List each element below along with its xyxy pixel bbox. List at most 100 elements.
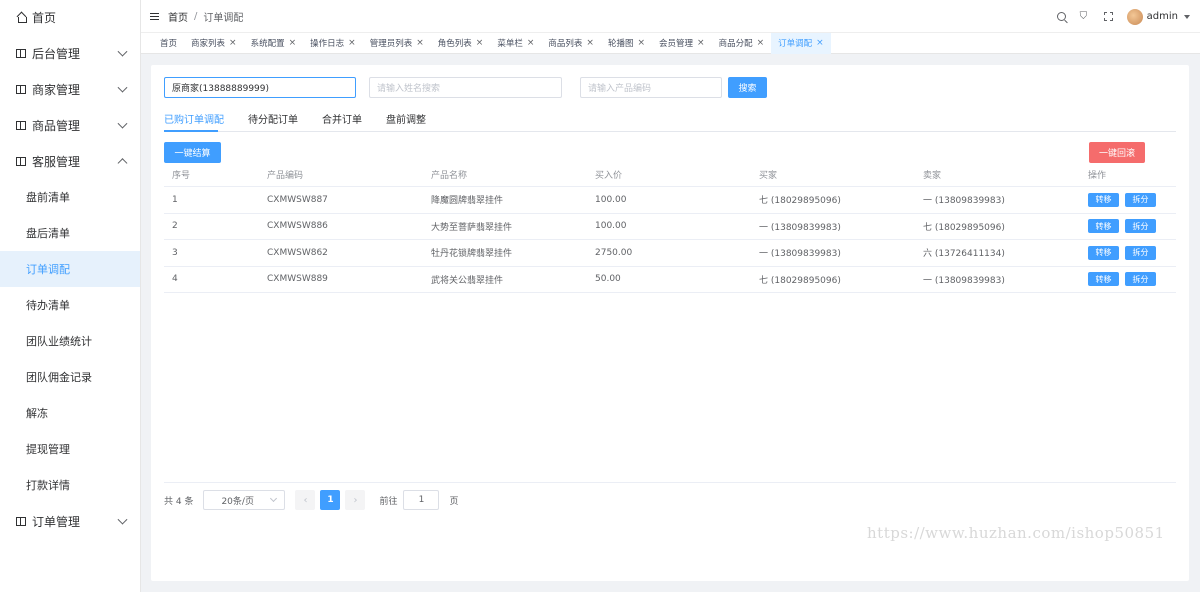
- cell-index: 4: [172, 274, 178, 285]
- cell-code: CXMWSW889: [267, 274, 328, 285]
- sidebar-subitem[interactable]: 打款详情: [0, 467, 140, 503]
- rollback-all-button[interactable]: 一键回滚: [1089, 142, 1145, 163]
- username[interactable]: admin: [1147, 11, 1178, 22]
- tab-premarket-adjust[interactable]: 盘前调整: [386, 111, 426, 131]
- transfer-button[interactable]: 转移: [1088, 245, 1119, 260]
- close-icon[interactable]: ×: [348, 38, 356, 48]
- tag-item[interactable]: 会员管理 ×: [652, 33, 712, 54]
- split-button[interactable]: 拆分: [1125, 272, 1156, 287]
- sidebar-subitem[interactable]: 提现管理: [0, 431, 140, 467]
- sidebar-subitem-label: 提现管理: [26, 443, 70, 456]
- close-icon[interactable]: ×: [476, 38, 484, 48]
- tag-item[interactable]: 角色列表 ×: [431, 33, 491, 54]
- tab-purchased-orders[interactable]: 已购订单调配: [164, 111, 224, 131]
- split-button[interactable]: 拆分: [1125, 192, 1156, 207]
- tag-item[interactable]: 首页: [153, 33, 184, 54]
- tag-item-active[interactable]: 订单调配 ×: [771, 32, 831, 54]
- caret-down-icon[interactable]: [1184, 14, 1190, 19]
- book-icon: [16, 84, 26, 94]
- column-header: 产品名称: [431, 171, 468, 181]
- product-code-input[interactable]: 请输入产品编码: [580, 77, 722, 98]
- close-icon[interactable]: ×: [697, 38, 705, 48]
- sidebar-item-merchant[interactable]: 商家管理: [0, 71, 140, 107]
- close-icon[interactable]: ×: [289, 38, 297, 48]
- sidebar-item-orders[interactable]: 订单管理: [0, 503, 140, 539]
- cell-name: 牡丹花锁牌翡翠挂件: [431, 249, 513, 260]
- table-row: 3 CXMWSW862 牡丹花锁牌翡翠挂件 2750.00 一 (1380983…: [164, 240, 1176, 267]
- tag-label: 角色列表: [437, 39, 472, 49]
- tag-item[interactable]: 商品分配 ×: [712, 33, 772, 54]
- transfer-button[interactable]: 转移: [1088, 192, 1119, 207]
- sidebar-subitem-label: 待办清单: [26, 299, 70, 312]
- cell-price: 2750.00: [595, 247, 633, 258]
- split-button[interactable]: 拆分: [1125, 219, 1156, 234]
- sidebar-item-service[interactable]: 客服管理: [0, 143, 140, 179]
- tag-item[interactable]: 管理员列表 ×: [363, 33, 431, 54]
- sidebar-subitem-label: 盘后清单: [26, 227, 70, 240]
- cell-seller: 一 (13809839983): [923, 196, 1005, 207]
- transfer-button[interactable]: 转移: [1088, 219, 1119, 234]
- goto-page-input[interactable]: 1: [403, 490, 440, 510]
- tag-label: 商家列表: [191, 39, 226, 49]
- transfer-button[interactable]: 转移: [1088, 272, 1119, 287]
- sidebar-item-label: 商家管理: [32, 82, 81, 97]
- cell-name: 武将关公翡翠挂件: [431, 275, 504, 286]
- tag-item[interactable]: 操作日志 ×: [303, 33, 363, 54]
- tag-label: 商品分配: [718, 39, 753, 49]
- breadcrumb: 首页 / 订单调配: [168, 9, 243, 24]
- sidebar-item-backend[interactable]: 后台管理: [0, 35, 140, 71]
- cell-name: 降魔圆牌翡翠挂件: [431, 196, 504, 207]
- breadcrumb-home[interactable]: 首页: [168, 9, 188, 24]
- sidebar-subitem[interactable]: 待办清单: [0, 287, 140, 323]
- fullscreen-icon[interactable]: [1103, 12, 1113, 21]
- tags-view: 首页 商家列表 × 系统配置 × 操作日志 × 管理员列表 × 角色列表 × 菜单栏 × 商…: [141, 32, 1200, 54]
- split-button[interactable]: 拆分: [1125, 245, 1156, 260]
- close-icon[interactable]: ×: [816, 38, 824, 48]
- column-header: 序号: [172, 171, 191, 181]
- cell-price: 100.00: [595, 221, 627, 232]
- close-icon[interactable]: ×: [527, 38, 535, 48]
- merchant-input[interactable]: 原商家(13888889999): [164, 77, 356, 98]
- tab-pending-orders[interactable]: 待分配订单: [248, 111, 298, 131]
- tag-item[interactable]: 商品列表 ×: [541, 33, 601, 54]
- close-icon[interactable]: ×: [586, 38, 594, 48]
- sidebar-subitem-label: 盘前清单: [26, 191, 70, 204]
- column-header: 操作: [1088, 171, 1107, 181]
- page-number-current[interactable]: 1: [320, 490, 341, 510]
- tag-item[interactable]: 系统配置 ×: [244, 33, 304, 54]
- page-size-select[interactable]: 20条/页: [203, 490, 286, 510]
- home-icon: [16, 13, 27, 23]
- sidebar-item-goods[interactable]: 商品管理: [0, 107, 140, 143]
- next-page-button[interactable]: ›: [345, 490, 366, 510]
- cell-buyer: 一 (13809839983): [759, 222, 841, 233]
- tag-item[interactable]: 轮播图 ×: [601, 33, 652, 54]
- theme-shirt-icon[interactable]: ⛉: [1080, 11, 1090, 22]
- close-icon[interactable]: ×: [229, 38, 237, 48]
- search-button[interactable]: 搜索: [728, 77, 767, 98]
- sidebar-subitem[interactable]: 盘后清单: [0, 215, 140, 251]
- tag-item[interactable]: 菜单栏 ×: [490, 33, 541, 54]
- sidebar-subitem[interactable]: 解冻: [0, 395, 140, 431]
- close-icon[interactable]: ×: [637, 38, 645, 48]
- cell-code: CXMWSW862: [267, 247, 328, 258]
- hamburger-icon[interactable]: [150, 12, 159, 20]
- cell-seller: 一 (13809839983): [923, 275, 1005, 286]
- close-icon[interactable]: ×: [757, 38, 765, 48]
- search-icon[interactable]: [1056, 12, 1066, 21]
- tag-item[interactable]: 商家列表 ×: [184, 33, 244, 54]
- prev-page-button[interactable]: ‹: [295, 490, 316, 510]
- orders-table: 序号 产品编码 产品名称 买入价 买家 卖家 操作 1 CXMWSW887 降魔…: [164, 163, 1176, 293]
- close-icon[interactable]: ×: [416, 38, 424, 48]
- sidebar-subitem[interactable]: 团队业绩统计: [0, 323, 140, 359]
- book-icon: [16, 120, 26, 130]
- name-search-input[interactable]: 请输入姓名搜索: [369, 77, 562, 98]
- sidebar-subitem-active[interactable]: 订单调配: [0, 251, 140, 287]
- tab-merge-orders[interactable]: 合并订单: [322, 111, 362, 131]
- cell-seller: 六 (13726411134): [923, 249, 1005, 260]
- sidebar-subitem[interactable]: 盘前清单: [0, 179, 140, 215]
- sidebar-subitem[interactable]: 团队佣金记录: [0, 359, 140, 395]
- sidebar-item-label: 商品管理: [32, 118, 81, 133]
- avatar[interactable]: [1126, 8, 1143, 25]
- settle-all-button[interactable]: 一键结算: [164, 142, 221, 163]
- sidebar-item-home[interactable]: 首页: [0, 0, 140, 35]
